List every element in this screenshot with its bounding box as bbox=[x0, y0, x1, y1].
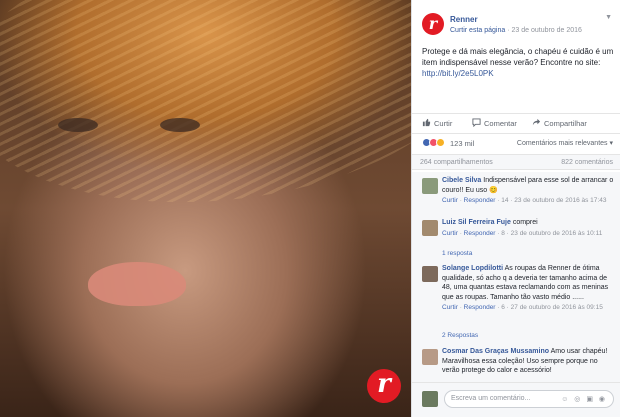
hat-texture bbox=[0, 0, 411, 227]
comment-order-dropdown[interactable]: Comentários mais relevantes ▾ bbox=[517, 139, 613, 147]
like-button[interactable]: Curtir bbox=[422, 118, 452, 128]
comment-item: Cosmar Das Graças Mussamino Amo usar cha… bbox=[422, 347, 614, 376]
composer-icons[interactable]: ☺ ◎ ▣ ◉ bbox=[561, 395, 607, 403]
comment-button[interactable]: Comentar bbox=[472, 118, 517, 128]
comment-icon bbox=[472, 118, 481, 127]
photo-lips bbox=[88, 262, 186, 306]
commenter-avatar[interactable] bbox=[422, 220, 438, 236]
post-date[interactable]: 23 de outubro de 2016 bbox=[512, 27, 582, 34]
comment-reply-link[interactable]: Responder bbox=[464, 197, 496, 204]
post-sidebar: r Renner Curtir esta página · 23 de outu… bbox=[411, 0, 620, 417]
comment-reply-link[interactable]: Responder bbox=[464, 304, 496, 311]
chevron-down-icon[interactable]: ▼ bbox=[605, 14, 612, 21]
photo-eye-right bbox=[160, 118, 200, 132]
reactions-row: 123 mil Comentários mais relevantes ▾ bbox=[412, 133, 620, 151]
view-replies-link[interactable]: 2 Respostas bbox=[442, 332, 478, 339]
comment-timestamp: 6 · 27 de outubro de 2016 às 09:15 bbox=[501, 304, 603, 311]
post-header: r Renner Curtir esta página · 23 de outu… bbox=[412, 0, 620, 40]
comment-body: Solange Lopdilotti As roupas da Renner d… bbox=[442, 264, 614, 302]
comment-item: Solange Lopdilotti As roupas da Renner d… bbox=[422, 264, 614, 311]
thumbs-up-icon bbox=[422, 118, 431, 127]
photo-eye-left bbox=[58, 118, 98, 132]
comment-input[interactable]: Escreva um comentário... ☺ ◎ ▣ ◉ bbox=[444, 390, 614, 408]
comment-timestamp: 8 · 23 de outubro de 2016 às 10:11 bbox=[501, 229, 603, 237]
comment-body: Cibele Silva Indispensável para esse sol… bbox=[442, 176, 614, 195]
comment-input-placeholder: Escreva um comentário... bbox=[451, 395, 531, 402]
renner-watermark-logo: r bbox=[367, 369, 401, 403]
stats-row: 264 compartilhamentos 822 comentários bbox=[412, 154, 620, 170]
commenter-name[interactable]: Cosmar Das Graças Mussamino bbox=[442, 348, 549, 355]
share-icon bbox=[532, 118, 541, 126]
post-text: Protege e dá mais elegância, o chapéu é … bbox=[422, 46, 614, 79]
commenter-avatar[interactable] bbox=[422, 178, 438, 194]
comment-count[interactable]: 822 comentários bbox=[561, 159, 613, 166]
post-photo[interactable]: r bbox=[0, 0, 411, 417]
user-avatar bbox=[422, 391, 438, 407]
comment-list: Cibele Silva Indispensável para esse sol… bbox=[412, 172, 620, 382]
haha-reaction-icon[interactable] bbox=[436, 138, 445, 147]
post-body: Protege e dá mais elegância, o chapéu é … bbox=[422, 47, 614, 67]
comment-body: Cosmar Das Graças Mussamino Amo usar cha… bbox=[442, 347, 614, 376]
post-link[interactable]: http://bit.ly/2e5L0PK bbox=[422, 69, 494, 78]
page-subline: Curtir esta página · 23 de outubro de 20… bbox=[450, 27, 582, 34]
commenter-name[interactable]: Luiz Sil Ferreira Fuje bbox=[442, 219, 511, 226]
view-replies-link[interactable]: 1 resposta bbox=[442, 250, 472, 257]
action-bar: Curtir Comentar Compartilhar bbox=[412, 113, 620, 131]
comment-meta: Curtir · Responder · 14 · 23 de outubro … bbox=[442, 197, 607, 204]
comment-like-link[interactable]: Curtir bbox=[442, 197, 458, 204]
comment-timestamp: 14 · 23 de outubro de 2016 às 17:43 bbox=[501, 197, 607, 204]
comment-meta: Curtir · Responder · 8 · 23 de outubro d… bbox=[442, 229, 603, 237]
commenter-name[interactable]: Solange Lopdilotti bbox=[442, 265, 503, 272]
comment-like-link[interactable]: Curtir bbox=[442, 230, 458, 237]
share-count[interactable]: 264 compartilhamentos bbox=[420, 159, 493, 166]
comment-text: comprei bbox=[512, 219, 538, 226]
commenter-name[interactable]: Cibele Silva bbox=[442, 177, 481, 184]
comment-body: Luiz Sil Ferreira Fuje comprei bbox=[442, 218, 614, 228]
comment-composer: Escreva um comentário... ☺ ◎ ▣ ◉ bbox=[412, 382, 620, 417]
commenter-avatar[interactable] bbox=[422, 266, 438, 282]
comment-item: Cibele Silva Indispensável para esse sol… bbox=[422, 176, 614, 204]
reaction-count[interactable]: 123 mil bbox=[450, 139, 474, 148]
page-name[interactable]: Renner bbox=[450, 15, 478, 24]
comment-like-link[interactable]: Curtir bbox=[442, 304, 458, 311]
comment-reply-link[interactable]: Responder bbox=[464, 230, 496, 237]
comment-meta: Curtir · Responder · 6 · 27 de outubro d… bbox=[442, 304, 603, 311]
page-avatar[interactable]: r bbox=[422, 13, 444, 35]
commenter-avatar[interactable] bbox=[422, 349, 438, 365]
share-button[interactable]: Compartilhar bbox=[532, 118, 587, 128]
comment-item: Luiz Sil Ferreira Fuje comprei Curtir · … bbox=[422, 218, 614, 237]
like-page-link[interactable]: Curtir esta página bbox=[450, 27, 505, 34]
